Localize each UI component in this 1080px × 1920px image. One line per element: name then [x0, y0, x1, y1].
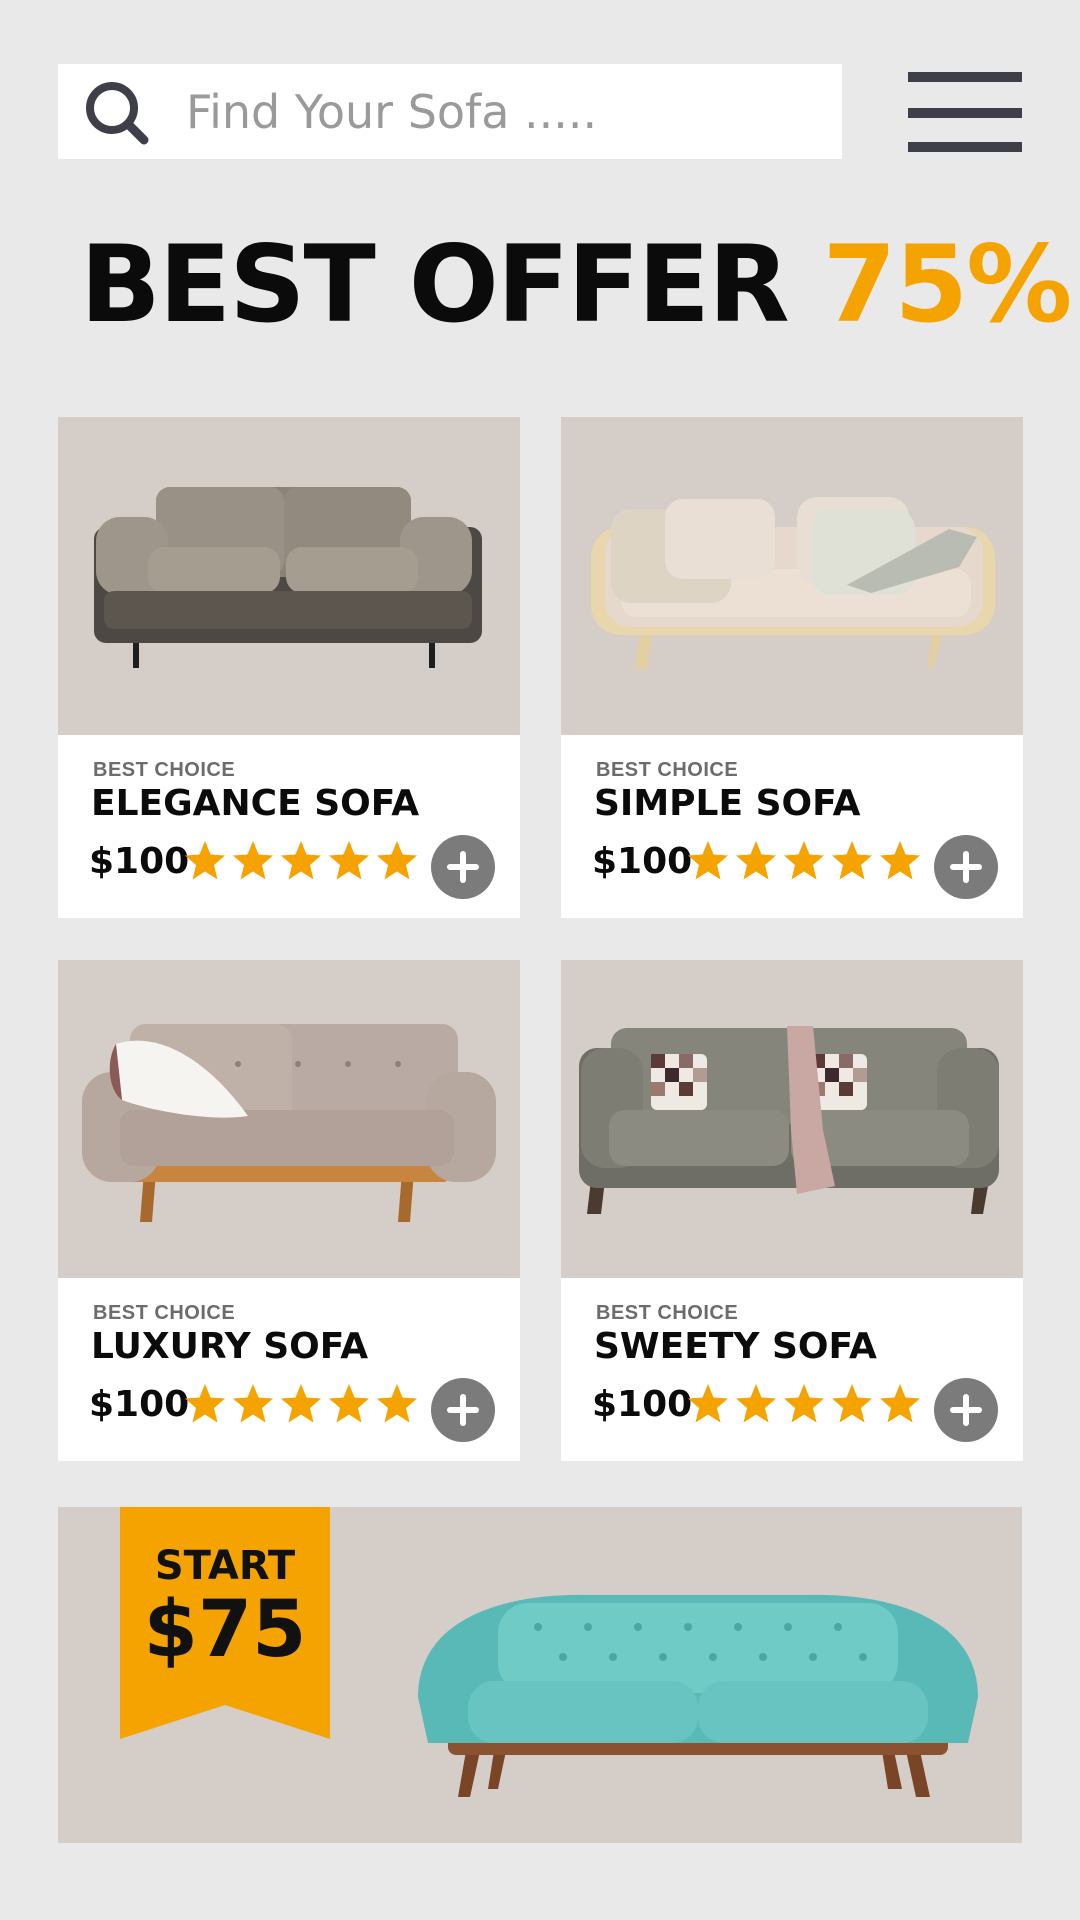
- product-eyebrow: BEST CHOICE: [93, 1302, 236, 1324]
- search-bar[interactable]: [58, 64, 842, 159]
- star-icon: [185, 841, 225, 880]
- page-headline: BEST OFFER 75%: [80, 220, 1072, 350]
- product-info: BEST CHOICE LUXURY SOFA $100: [58, 1278, 520, 1461]
- product-card[interactable]: BEST CHOICE ELEGANCE SOFA $100: [58, 417, 520, 918]
- product-info: BEST CHOICE ELEGANCE SOFA $100: [58, 735, 520, 918]
- product-eyebrow: BEST CHOICE: [596, 1302, 739, 1324]
- product-image: [561, 960, 1023, 1278]
- star-icon: [329, 1384, 369, 1423]
- star-icon: [329, 841, 369, 880]
- product-price: $100: [592, 841, 693, 882]
- product-info: BEST CHOICE SWEETY SOFA $100: [561, 1278, 1023, 1461]
- product-price: $100: [89, 1384, 190, 1425]
- add-to-cart-button[interactable]: [431, 1378, 495, 1442]
- product-name[interactable]: SIMPLE SOFA: [594, 783, 860, 824]
- add-to-cart-button[interactable]: [934, 1378, 998, 1442]
- product-card[interactable]: BEST CHOICE LUXURY SOFA $100: [58, 960, 520, 1461]
- star-icon: [281, 841, 321, 880]
- star-icon: [688, 1384, 728, 1423]
- product-card[interactable]: BEST CHOICE SWEETY SOFA $100: [561, 960, 1023, 1461]
- star-icon: [784, 1384, 824, 1423]
- product-eyebrow: BEST CHOICE: [596, 759, 739, 781]
- star-icon: [784, 841, 824, 880]
- product-card[interactable]: BEST CHOICE SIMPLE SOFA $100: [561, 417, 1023, 918]
- search-input[interactable]: [186, 80, 806, 144]
- menu-line: [908, 72, 1022, 82]
- hamburger-menu-icon[interactable]: [908, 72, 1022, 152]
- product-eyebrow: BEST CHOICE: [93, 759, 236, 781]
- product-info: BEST CHOICE SIMPLE SOFA $100: [561, 735, 1023, 918]
- plus-icon: [447, 851, 479, 883]
- star-icon: [377, 1384, 417, 1423]
- promo-label: START: [154, 1543, 296, 1589]
- menu-line: [908, 108, 1022, 118]
- rating-stars: [686, 1382, 922, 1426]
- product-image: [561, 417, 1023, 735]
- product-image: [58, 960, 520, 1278]
- star-icon: [233, 841, 273, 880]
- rating-stars: [183, 1382, 419, 1426]
- promo-image: [418, 1594, 978, 1797]
- promo-price: $75: [143, 1585, 307, 1675]
- star-icon: [880, 841, 920, 880]
- add-to-cart-button[interactable]: [431, 835, 495, 899]
- star-icon: [832, 1384, 872, 1423]
- headline-main: BEST OFFER: [80, 223, 790, 346]
- star-icon: [736, 841, 776, 880]
- plus-icon: [447, 1394, 479, 1426]
- star-icon: [281, 1384, 321, 1423]
- rating-stars: [686, 839, 922, 883]
- star-icon: [736, 1384, 776, 1423]
- headline-discount: 75%: [822, 223, 1073, 346]
- star-icon: [185, 1384, 225, 1423]
- menu-line: [908, 142, 1022, 152]
- star-icon: [832, 841, 872, 880]
- search-icon[interactable]: [82, 78, 152, 148]
- product-name[interactable]: LUXURY SOFA: [91, 1326, 368, 1367]
- product-image: [58, 417, 520, 735]
- star-icon: [377, 841, 417, 880]
- add-to-cart-button[interactable]: [934, 835, 998, 899]
- promo-banner[interactable]: START $75: [58, 1507, 1022, 1843]
- product-price: $100: [89, 841, 190, 882]
- product-price: $100: [592, 1384, 693, 1425]
- star-icon: [688, 841, 728, 880]
- product-name[interactable]: SWEETY SOFA: [594, 1326, 877, 1367]
- star-icon: [880, 1384, 920, 1423]
- star-icon: [233, 1384, 273, 1423]
- plus-icon: [950, 851, 982, 883]
- rating-stars: [183, 839, 419, 883]
- plus-icon: [950, 1394, 982, 1426]
- product-name[interactable]: ELEGANCE SOFA: [91, 783, 419, 824]
